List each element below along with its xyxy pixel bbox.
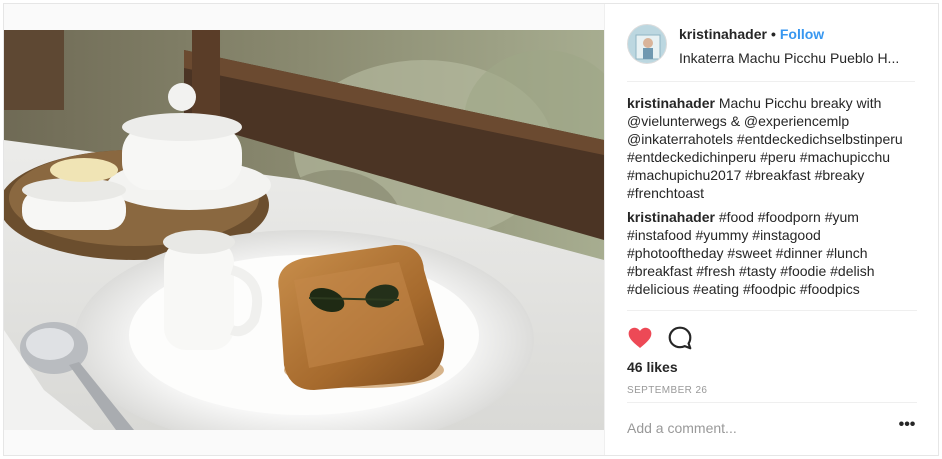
comment-input[interactable] xyxy=(627,417,877,439)
username[interactable]: kristinahader xyxy=(679,26,767,42)
avatar-image xyxy=(628,25,666,63)
separator-dot: • xyxy=(770,26,776,42)
post-actions: 46 likes SEPTEMBER 26 xyxy=(627,310,917,410)
post-date[interactable]: SEPTEMBER 26 xyxy=(627,385,707,396)
comment-item: kristinahader #food #foodporn #yum #inst… xyxy=(627,208,917,298)
comments-list[interactable]: kristinahader Machu Picchu breaky with @… xyxy=(627,94,917,310)
comment-icon[interactable] xyxy=(667,325,693,351)
comment-username[interactable]: kristinahader xyxy=(627,209,715,225)
avatar[interactable] xyxy=(627,24,667,64)
more-options-icon[interactable]: ••• xyxy=(897,417,917,437)
add-comment-section: ••• xyxy=(627,402,917,454)
likes-count[interactable]: 46 likes xyxy=(627,359,678,375)
heart-icon[interactable] xyxy=(627,325,653,351)
location-link[interactable]: Inkaterra Machu Picchu Pueblo H... xyxy=(679,50,915,66)
post-photo[interactable] xyxy=(4,30,604,430)
follow-button[interactable]: Follow xyxy=(780,26,824,42)
post-sidebar: kristinahader • Follow Inkaterra Machu Pic… xyxy=(604,4,938,455)
post-header: kristinahader • Follow Inkaterra Machu Pic… xyxy=(627,4,915,82)
post-media[interactable] xyxy=(4,4,604,455)
comment-username[interactable]: kristinahader xyxy=(627,95,715,111)
header-username-line: kristinahader • Follow xyxy=(679,26,824,42)
comment-item: kristinahader Machu Picchu breaky with @… xyxy=(627,94,917,202)
post-frame: kristinahader • Follow Inkaterra Machu Pic… xyxy=(3,3,939,456)
